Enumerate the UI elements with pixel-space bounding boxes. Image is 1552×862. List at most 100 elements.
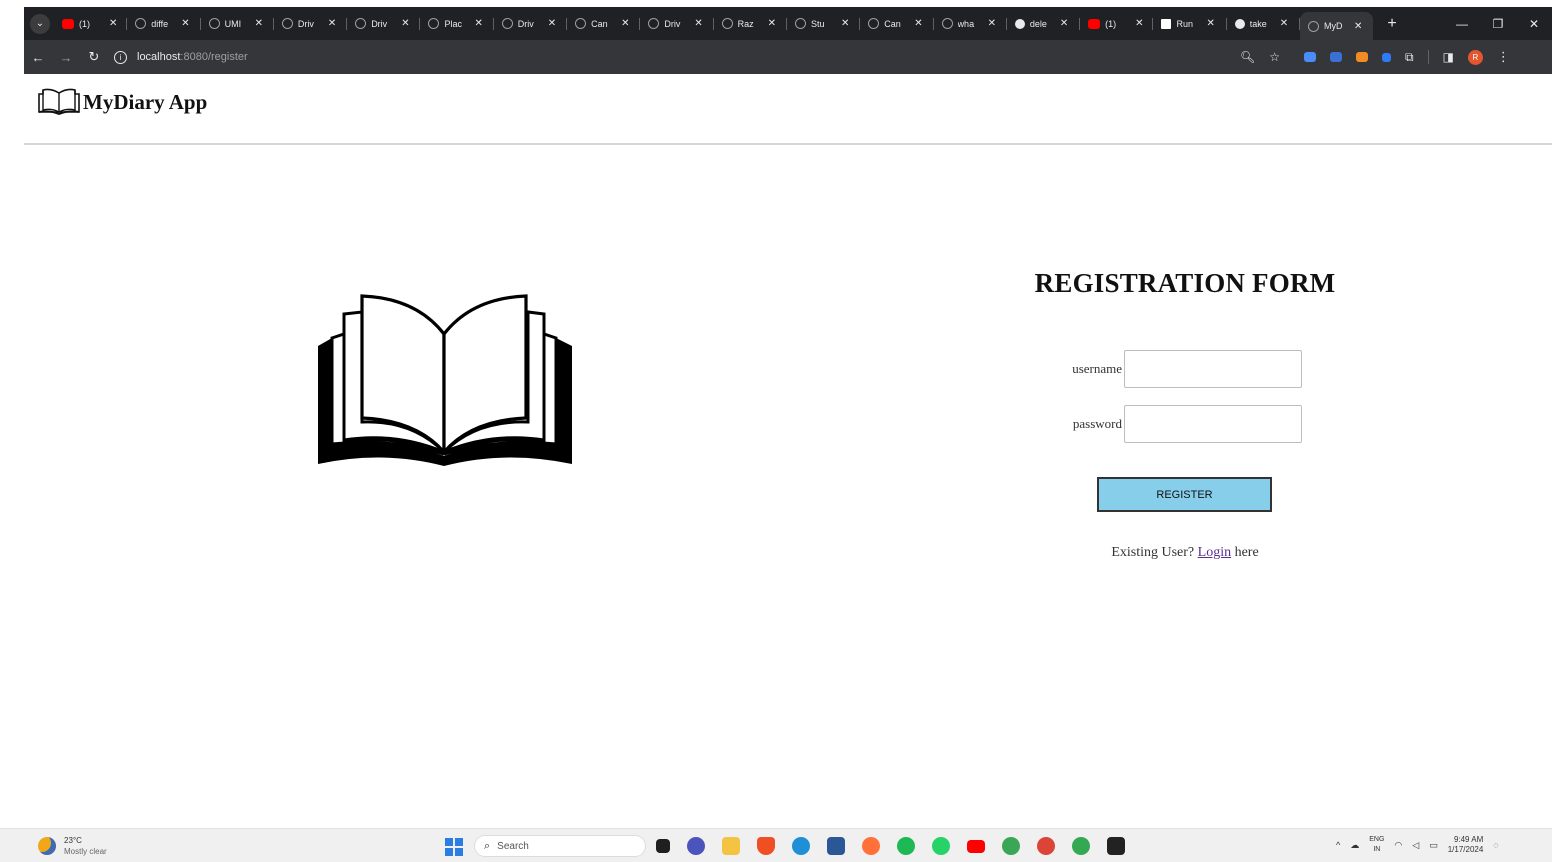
firefox-icon[interactable] [862,837,880,855]
ai-icon [941,18,953,29]
browser-tab[interactable]: Run ✕ [1153,11,1228,37]
browser-tab[interactable]: Raz ✕ [714,11,788,37]
clock[interactable]: 9:49 AM 1/17/2024 [1448,835,1484,855]
close-icon[interactable]: ✕ [181,18,189,29]
browser-tab[interactable]: Driv ✕ [347,11,421,37]
chevron-up-icon[interactable]: ^ [1336,840,1340,850]
forward-icon[interactable]: → [52,50,80,65]
wifi-icon[interactable]: ◠ [1394,840,1402,851]
close-icon[interactable]: ✕ [621,18,629,29]
language-indicator[interactable]: ENG IN [1369,835,1384,855]
close-icon[interactable]: ✕ [1135,18,1143,29]
browser-tab[interactable]: Driv ✕ [274,11,348,37]
tab-title: (1) [1105,18,1117,29]
close-icon[interactable]: ✕ [255,18,263,29]
extension-icon[interactable] [1304,52,1316,62]
browser-tab[interactable]: dele ✕ [1007,11,1081,37]
browser-tab[interactable]: Driv ✕ [494,11,568,37]
close-icon[interactable]: ✕ [401,18,409,29]
chat-icon[interactable] [687,837,705,855]
browser-tab[interactable]: Stu ✕ [787,11,861,37]
profile-avatar[interactable]: R [1467,49,1483,65]
minimize-icon[interactable]: — [1444,17,1480,31]
notifications-icon[interactable]: ◌ [1493,840,1498,850]
close-icon[interactable]: ✕ [1280,18,1288,29]
file-explorer-icon[interactable] [722,837,740,855]
language-code: ENG [1369,836,1385,843]
menu-kebab-icon[interactable]: ⋮ [1497,49,1510,65]
browser-tab[interactable]: Plac ✕ [420,11,495,37]
youtube-icon[interactable] [967,840,985,853]
tab-title: MyD [1324,21,1343,31]
onedrive-icon[interactable]: ☁ [1350,840,1359,851]
zoom-icon[interactable]: 🔍︎ [1240,50,1255,64]
edge-icon[interactable] [792,837,810,855]
extension-icon[interactable] [1382,52,1391,62]
close-icon[interactable]: ✕ [109,18,117,29]
task-view-icon[interactable] [656,839,670,853]
tab-search-icon[interactable]: ⌄ [30,13,50,34]
site-info-icon[interactable]: i [114,50,127,64]
taskbar-search-label: Search [497,840,529,852]
browser-tab[interactable]: MyD ✕ [1300,12,1374,40]
reload-icon[interactable]: ↻ [80,49,108,65]
document-icon [1161,18,1172,29]
browser-tab[interactable]: (1) ✕ [1080,11,1154,37]
app-icon[interactable] [1002,837,1020,855]
taskbar-search[interactable]: ⌕ Search [474,835,646,857]
tab-title: take [1249,18,1267,29]
existing-user-text: Existing User? Login here [1000,545,1370,561]
tab-title: UMI [224,18,242,29]
close-icon[interactable]: ✕ [474,18,482,29]
extensions-puzzle-icon[interactable]: ⧉ [1405,50,1414,65]
volume-icon[interactable]: ◁ [1412,840,1419,851]
login-link[interactable]: Login [1198,545,1231,560]
extension-icon[interactable] [1356,52,1368,62]
store-icon[interactable] [827,837,845,855]
brand-link[interactable]: MyDiary App [37,88,207,116]
browser-tab[interactable]: Driv ✕ [640,11,714,37]
bookmark-star-icon[interactable]: ☆ [1269,50,1280,64]
username-input[interactable] [1124,350,1302,388]
windows-start-icon[interactable] [445,838,463,856]
browser-tab[interactable]: Can ✕ [567,11,641,37]
extension-icon[interactable] [1330,52,1342,62]
close-window-icon[interactable]: ✕ [1516,17,1552,31]
terminal-icon[interactable] [1107,837,1125,855]
new-tab-button[interactable]: + [1387,15,1396,33]
address-bar[interactable]: i localhost:8080/register 🔍︎ ☆ [110,45,1280,69]
close-icon[interactable]: ✕ [841,18,849,29]
browser-tab[interactable]: UMI ✕ [201,11,275,37]
url-path: :8080/register [180,51,248,63]
browser-tab[interactable]: wha ✕ [934,11,1008,37]
brave-icon[interactable] [757,837,775,855]
browser-tab[interactable]: Can ✕ [860,11,934,37]
ai-icon [135,18,147,29]
side-panel-icon[interactable]: ◨ [1443,50,1454,64]
close-icon[interactable]: ✕ [694,18,702,29]
ai-icon [208,18,220,29]
battery-icon[interactable]: ▭ [1429,840,1438,851]
close-icon[interactable]: ✕ [988,18,996,29]
restore-icon[interactable]: ❐ [1480,17,1516,31]
close-icon[interactable]: ✕ [328,18,336,29]
app-icon[interactable] [1072,837,1090,855]
close-icon[interactable]: ✕ [914,18,922,29]
close-icon[interactable]: ✕ [768,18,776,29]
browser-tab[interactable]: take ✕ [1227,11,1301,37]
ai-icon [281,18,293,29]
region-code: IN [1373,846,1381,853]
browser-tab[interactable]: (1) ✕ [54,11,128,37]
password-input[interactable] [1124,405,1302,443]
close-icon[interactable]: ✕ [548,18,556,29]
close-icon[interactable]: ✕ [1060,18,1068,29]
close-icon[interactable]: ✕ [1206,18,1214,29]
back-icon[interactable]: ← [24,50,52,65]
browser-tab[interactable]: diffe ✕ [127,11,201,37]
chrome-icon[interactable] [1037,837,1055,855]
weather-widget[interactable]: 23°C Mostly clear [38,835,107,857]
register-button[interactable]: REGISTER [1097,477,1272,512]
spotify-icon[interactable] [897,837,915,855]
close-icon[interactable]: ✕ [1354,21,1362,32]
whatsapp-icon[interactable] [932,837,950,855]
